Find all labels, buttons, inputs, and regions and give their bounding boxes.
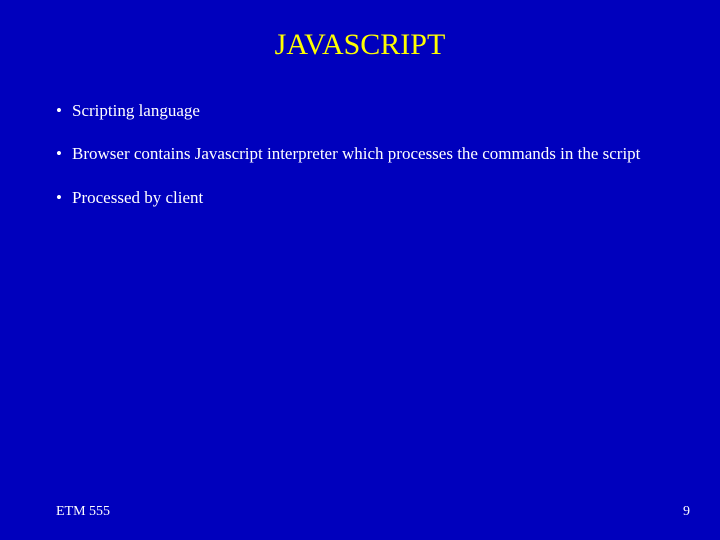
slide-content: • Scripting language • Browser contains … bbox=[0, 62, 720, 208]
page-number: 9 bbox=[683, 504, 690, 520]
slide-title: JAVASCRIPT bbox=[0, 0, 720, 62]
bullet-icon: • bbox=[56, 187, 72, 208]
list-item: • Scripting language bbox=[56, 100, 664, 121]
footer-left: ETM 555 bbox=[56, 504, 110, 520]
bullet-text: Scripting language bbox=[72, 100, 200, 121]
list-item: • Processed by client bbox=[56, 187, 664, 208]
bullet-text: Browser contains Javascript interpreter … bbox=[72, 143, 640, 164]
bullet-icon: • bbox=[56, 143, 72, 164]
bullet-icon: • bbox=[56, 100, 72, 121]
list-item: • Browser contains Javascript interprete… bbox=[56, 143, 664, 164]
bullet-text: Processed by client bbox=[72, 187, 203, 208]
